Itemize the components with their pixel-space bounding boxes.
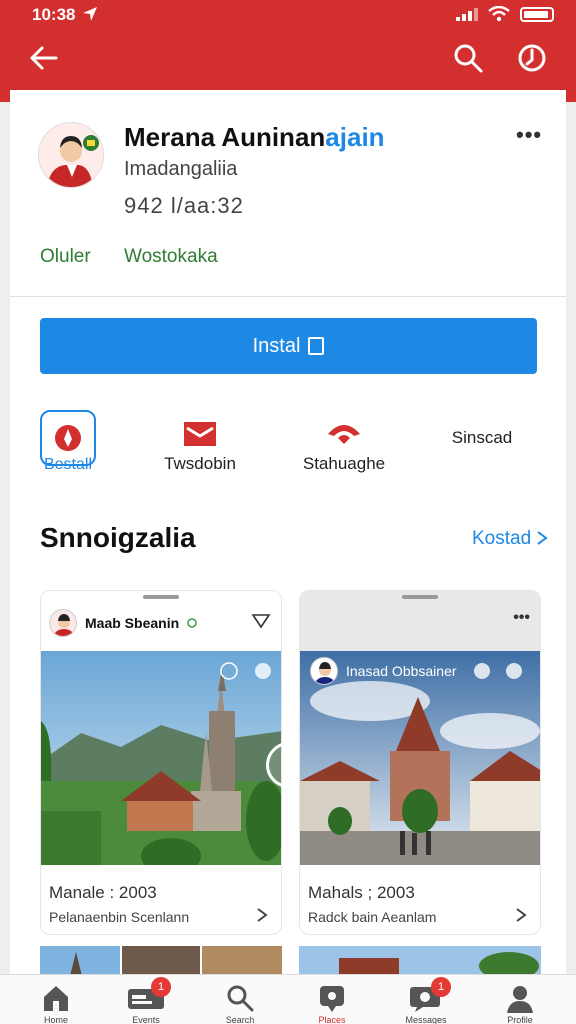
pin-icon bbox=[317, 983, 347, 1013]
install-icon bbox=[308, 337, 325, 355]
install-button[interactable]: Instal bbox=[40, 318, 537, 374]
search-icon bbox=[225, 983, 255, 1013]
post-preview[interactable] bbox=[299, 946, 541, 976]
action-sinscad[interactable]: Sinscad bbox=[432, 428, 532, 448]
nav-label: Profile bbox=[507, 1015, 533, 1024]
divider bbox=[10, 296, 566, 297]
chat-icon: 1 bbox=[410, 977, 451, 1013]
post-more-button[interactable]: ••• bbox=[513, 609, 530, 627]
section-link[interactable]: Kostad bbox=[472, 528, 549, 550]
action-twsdobin[interactable]: Twsdobin bbox=[150, 420, 250, 474]
action-label: Sinscad bbox=[451, 428, 513, 447]
app-title: Merana Auninanajain bbox=[124, 122, 385, 153]
cloud-icon bbox=[328, 425, 360, 444]
action-bestall[interactable]: Bestall bbox=[30, 410, 106, 474]
battery-icon bbox=[520, 6, 554, 22]
nav-label: Home bbox=[43, 1015, 68, 1024]
home-icon bbox=[41, 983, 71, 1013]
nav-places[interactable]: Places bbox=[284, 975, 380, 1024]
post-caption: Mahals ; 2003 bbox=[308, 883, 415, 902]
search-icon[interactable] bbox=[450, 40, 486, 76]
notification-badge: 1 bbox=[151, 977, 171, 997]
section-link-label: Kostad bbox=[472, 528, 532, 549]
location-arrow-icon bbox=[83, 7, 97, 21]
avatar bbox=[310, 657, 338, 685]
chevron-right-icon[interactable] bbox=[255, 907, 269, 923]
nav-search[interactable]: Search bbox=[192, 975, 288, 1024]
card-icon: 1 bbox=[128, 977, 171, 1013]
back-arrow-icon[interactable] bbox=[26, 40, 62, 76]
post-header: Maab Sbeanin bbox=[49, 609, 197, 637]
mail-icon bbox=[184, 422, 216, 446]
more-options-button[interactable]: ••• bbox=[516, 122, 542, 148]
compass-icon[interactable] bbox=[514, 40, 550, 76]
post-header: Inasad Obbsainer bbox=[310, 657, 457, 685]
nav-label: Places bbox=[318, 1015, 346, 1024]
post-preview[interactable] bbox=[40, 946, 282, 976]
bottom-navigation: Home 1 Events Search Places 1 Messages P… bbox=[0, 974, 576, 1024]
chevron-right-icon bbox=[537, 531, 549, 545]
install-label: Instal bbox=[252, 334, 301, 357]
nav-label: Messages bbox=[405, 1015, 447, 1024]
tag-first[interactable]: Oluler bbox=[40, 246, 91, 268]
drag-handle bbox=[143, 595, 179, 599]
nav-home[interactable]: Home bbox=[8, 975, 104, 1024]
user-icon bbox=[505, 983, 535, 1013]
nav-profile[interactable]: Profile bbox=[472, 975, 568, 1024]
nav-messages[interactable]: 1 Messages bbox=[378, 975, 474, 1024]
nav-label: Search bbox=[225, 1015, 255, 1024]
header-edge-left bbox=[0, 90, 10, 102]
status-time: 10:38 bbox=[32, 5, 76, 24]
app-title-main: Merana Auninan bbox=[124, 122, 326, 152]
wifi-icon bbox=[488, 6, 510, 22]
action-label: Stahuaghe bbox=[302, 454, 386, 473]
post-subtitle: Pelanaenbin Scenlann bbox=[49, 909, 190, 925]
app-title-accent: ajain bbox=[325, 122, 385, 152]
chevron-down-icon[interactable] bbox=[251, 611, 271, 631]
post-image bbox=[41, 651, 281, 865]
avatar bbox=[49, 609, 77, 637]
status-bar: 10:38 bbox=[0, 0, 576, 28]
app-code: 942 l/aa:32 bbox=[124, 193, 244, 218]
post-card[interactable]: ••• Inasad Obbsainer Mahals ; 2003 Radck… bbox=[299, 590, 541, 935]
chevron-right-icon[interactable] bbox=[514, 907, 528, 923]
nav-label: Events bbox=[132, 1015, 160, 1024]
drag-handle bbox=[402, 595, 438, 599]
notification-badge: 1 bbox=[431, 977, 451, 997]
post-subtitle: Radck bain Aeanlam bbox=[308, 909, 437, 925]
header-edge-right bbox=[566, 90, 576, 102]
post-topbar bbox=[300, 591, 540, 651]
action-label: Twsdobin bbox=[164, 454, 236, 473]
signal-icon bbox=[456, 7, 478, 21]
post-author: Maab Sbeanin bbox=[85, 615, 180, 631]
post-author: Inasad Obbsainer bbox=[346, 663, 457, 679]
app-subtitle: Imadangaliia bbox=[124, 158, 238, 180]
post-card[interactable]: Maab Sbeanin Manale: 2003 Pelanaenbin S… bbox=[40, 590, 282, 935]
action-stahuaghe[interactable]: Stahuaghe bbox=[294, 420, 394, 474]
tag-second[interactable]: Wostokaka bbox=[124, 246, 218, 268]
app-bar bbox=[0, 28, 576, 90]
section-title: Snnoigzalia bbox=[40, 522, 196, 553]
app-avatar bbox=[38, 122, 104, 188]
post-caption: Manale : 2003 bbox=[49, 883, 157, 902]
verified-icon bbox=[187, 618, 197, 628]
nav-events[interactable]: 1 Events bbox=[98, 975, 194, 1024]
action-label: Bestall bbox=[43, 456, 93, 473]
